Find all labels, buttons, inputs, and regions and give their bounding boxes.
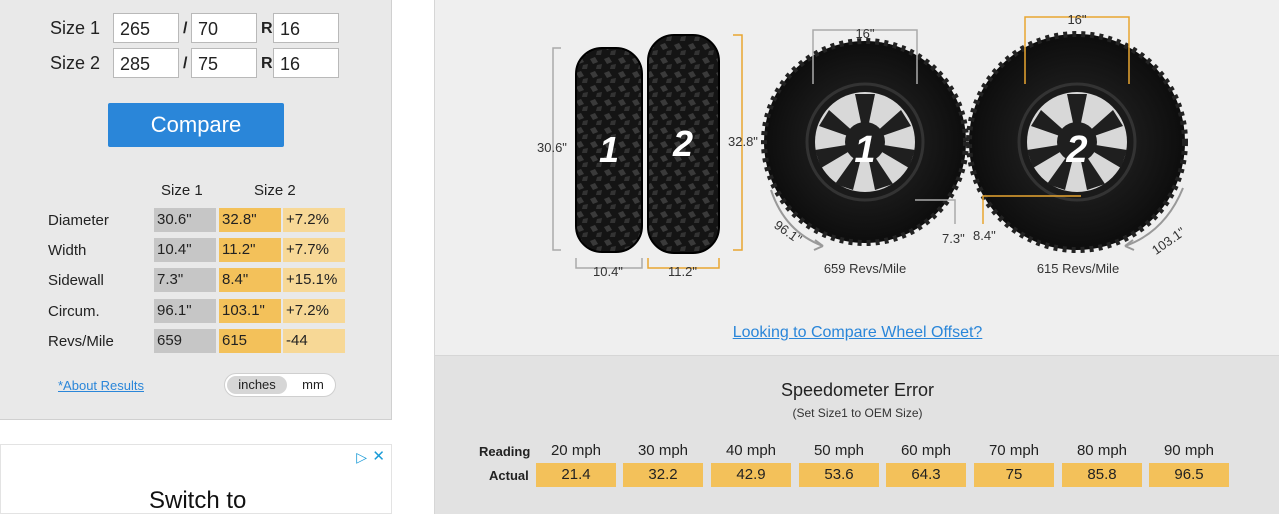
actual-cell: 21.4 <box>536 463 616 487</box>
tire2-diameter-label: 32.8" <box>728 134 758 149</box>
size1-rim-input[interactable]: 16 <box>273 13 339 43</box>
size2-value: 11.2" <box>219 238 281 262</box>
tire2-front-view: 2 <box>647 34 720 254</box>
reading-cell: 70 mph <box>988 442 1040 459</box>
wheel2-revs-label: 615 Revs/Mile <box>1037 261 1119 276</box>
size1-width-input[interactable]: 265 <box>113 13 179 43</box>
compare-button[interactable]: Compare <box>108 103 284 147</box>
compare-offset-link[interactable]: Looking to Compare Wheel Offset? <box>435 324 1279 342</box>
actual-cell: 53.6 <box>799 463 879 487</box>
diff-value: +7.2% <box>283 208 345 232</box>
tire-diagram: 1 2 30.6" 10.4" 32.8" 11.2" 1 16" 7.3" 9… <box>537 12 1188 279</box>
speedometer-title: Speedometer Error <box>780 380 935 400</box>
reading-cell: 90 mph <box>1163 442 1215 459</box>
size1-slash: / <box>183 20 188 37</box>
tire2-number: 2 <box>672 123 693 164</box>
actual-cell: 32.2 <box>623 463 703 487</box>
size1-value: 10.4" <box>154 238 216 262</box>
actual-cell: 85.8 <box>1062 463 1142 487</box>
size1-value: 30.6" <box>154 208 216 232</box>
reading-cell: 50 mph <box>813 442 865 459</box>
size2-width-input[interactable]: 285 <box>113 48 179 78</box>
ad-banner[interactable]: ▷ ✕ Switch to <box>0 444 392 514</box>
calculator-panel: Size 1 265 / 70 R 16 Size 2 285 / 75 R 1… <box>0 0 392 420</box>
actual-cell: 75 <box>974 463 1054 487</box>
row-label: Diameter <box>48 212 109 229</box>
reading-cell: 20 mph <box>550 442 602 459</box>
actual-cell: 96.5 <box>1149 463 1229 487</box>
wheel2-number: 2 <box>1065 129 1087 171</box>
size2-value: 32.8" <box>219 208 281 232</box>
wheel1-sidewall-label: 7.3" <box>942 231 965 246</box>
results-col-size2: Size 2 <box>254 182 296 199</box>
wheel1-side-view: 1 <box>761 38 969 246</box>
size2-value: 615 <box>219 329 281 353</box>
actual-label: Actual <box>489 468 529 483</box>
size2-rim-input[interactable]: 16 <box>273 48 339 78</box>
size2-aspect-input[interactable]: 75 <box>191 48 257 78</box>
wheel1-revs-label: 659 Revs/Mile <box>824 261 906 276</box>
tire2-width-label: 11.2" <box>668 264 697 279</box>
tire1-front-view: 1 <box>575 47 643 253</box>
unit-inches-option[interactable]: inches <box>227 376 287 394</box>
row-label: Revs/Mile <box>48 333 114 350</box>
wheel1-number: 1 <box>854 129 875 171</box>
ad-choices-icon[interactable]: ▷ <box>356 449 367 466</box>
diff-value: +7.2% <box>283 299 345 323</box>
speedometer-section: Speedometer Error (Set Size1 to OEM Size… <box>435 355 1279 514</box>
diff-value: +7.7% <box>283 238 345 262</box>
size2-slash: / <box>183 55 188 72</box>
reading-cell: 30 mph <box>637 442 689 459</box>
row-label: Circum. <box>48 303 100 320</box>
size1-value: 96.1" <box>154 299 216 323</box>
size2-label: Size 2 <box>50 53 101 73</box>
close-icon[interactable]: ✕ <box>372 447 385 465</box>
unit-toggle[interactable]: inches mm <box>224 373 336 397</box>
size1-value: 659 <box>154 329 216 353</box>
row-label: Sidewall <box>48 272 104 289</box>
reading-cell: 40 mph <box>725 442 777 459</box>
actual-cell: 64.3 <box>886 463 966 487</box>
size2-value: 8.4" <box>219 268 281 292</box>
reading-label: Reading <box>479 444 531 459</box>
ad-text: Switch to <box>149 487 247 514</box>
about-results-link[interactable]: *About Results <box>58 378 144 393</box>
tire1-diameter-label: 30.6" <box>537 140 567 155</box>
diff-value: +15.1% <box>283 268 345 292</box>
wheel1-rim-label: 16" <box>855 26 874 41</box>
wheel2-side-view: 2 <box>966 31 1188 253</box>
unit-mm-option[interactable]: mm <box>295 376 331 394</box>
size1-label: Size 1 <box>50 18 101 38</box>
results-col-size1: Size 1 <box>161 182 203 199</box>
actual-cell: 42.9 <box>711 463 791 487</box>
diff-value: -44 <box>283 329 345 353</box>
tire1-number: 1 <box>599 129 619 170</box>
wheel2-sidewall-label: 8.4" <box>973 228 996 243</box>
size1-r: R <box>261 20 273 37</box>
size2-r: R <box>261 55 273 72</box>
tire1-width-label: 10.4" <box>593 264 623 279</box>
size1-aspect-input[interactable]: 70 <box>191 13 257 43</box>
reading-cell: 60 mph <box>900 442 952 459</box>
size2-value: 103.1" <box>219 299 281 323</box>
speedometer-subtitle: (Set Size1 to OEM Size) <box>792 406 923 420</box>
size1-value: 7.3" <box>154 268 216 292</box>
reading-cell: 80 mph <box>1076 442 1128 459</box>
row-label: Width <box>48 242 87 259</box>
wheel2-rim-label: 16" <box>1067 12 1086 27</box>
results-visual-panel: 1 2 30.6" 10.4" 32.8" 11.2" 1 16" 7.3" 9… <box>434 0 1279 514</box>
